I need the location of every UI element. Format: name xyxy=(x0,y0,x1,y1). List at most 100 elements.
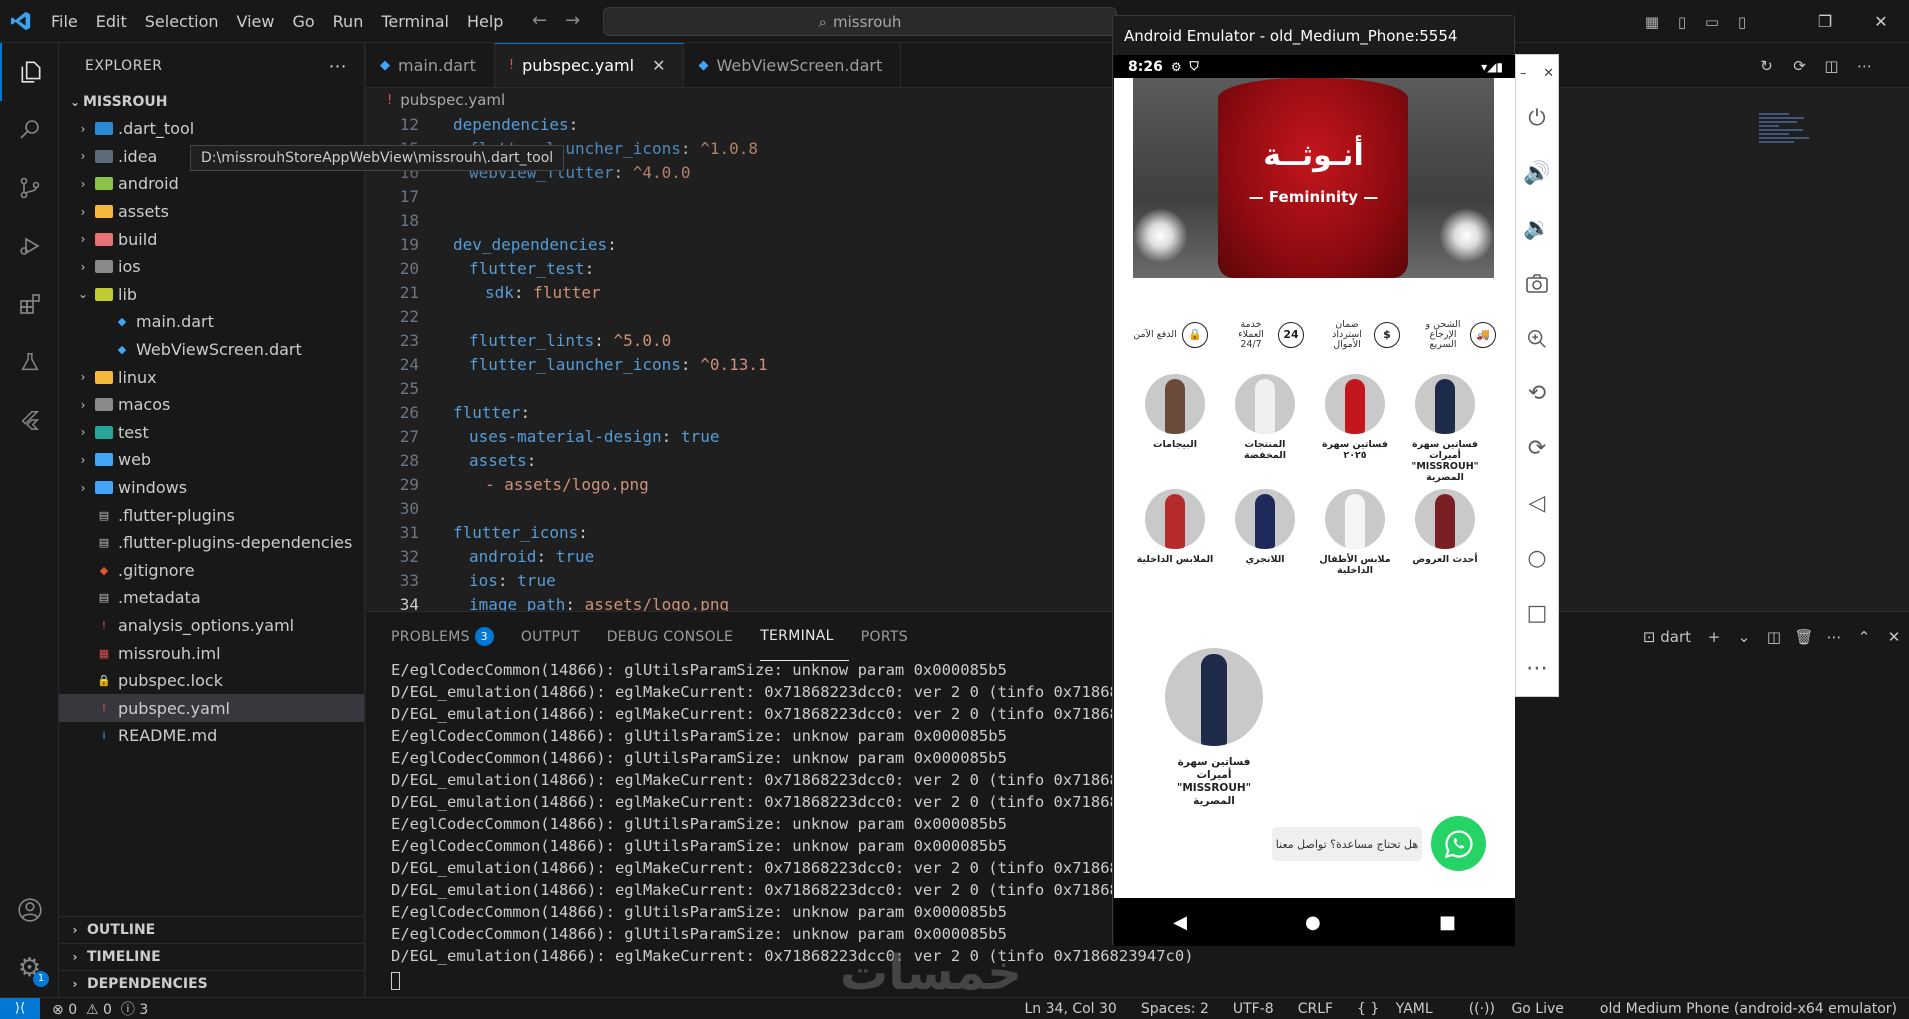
close-tab-icon[interactable]: ✕ xyxy=(652,56,665,75)
close-emulator-icon[interactable]: ✕ xyxy=(1543,66,1554,81)
indentation[interactable]: Spaces: 2 xyxy=(1129,1001,1221,1017)
file-item[interactable]: ▤ .flutter-plugins xyxy=(59,501,364,529)
maximize-panel-icon[interactable]: ⌃ xyxy=(1849,628,1879,646)
command-center-search[interactable]: ⌕ missrouh xyxy=(603,7,1117,36)
menu-help[interactable]: Help xyxy=(458,0,512,43)
zoom-icon[interactable] xyxy=(1516,311,1558,366)
whatsapp-button[interactable] xyxy=(1431,816,1486,871)
folder-item[interactable]: › ▰ macos xyxy=(59,391,364,419)
menu-edit[interactable]: Edit xyxy=(87,0,136,43)
more-panel-actions-icon[interactable]: ⋯ xyxy=(1819,628,1849,646)
remote-indicator-icon[interactable]: ⟩⟨ xyxy=(0,997,40,1019)
overview-square-icon[interactable]: □ xyxy=(1516,586,1558,641)
camera-icon[interactable] xyxy=(1516,256,1558,311)
menu-go[interactable]: Go xyxy=(283,0,323,43)
forward-arrow-icon[interactable]: → xyxy=(565,10,580,31)
file-item[interactable]: i README.md xyxy=(59,722,364,750)
volume-down-icon[interactable]: 🔉 xyxy=(1516,201,1558,256)
toggle-secondary-sidebar-icon[interactable]: ▯ xyxy=(1727,13,1757,31)
rotate-right-icon[interactable]: ⟳ xyxy=(1516,421,1558,476)
category-item[interactable]: فساتين سهرة ٢٠٢٥ xyxy=(1314,374,1396,461)
menu-view[interactable]: View xyxy=(228,0,284,43)
customize-layout-icon[interactable]: ▦ xyxy=(1637,13,1667,31)
settings-gear-icon[interactable]: ⚙ 1 xyxy=(0,939,59,997)
panel-tab[interactable]: OUTPUT xyxy=(521,612,595,661)
category-item[interactable]: اللانجري xyxy=(1224,489,1306,565)
panel-tab[interactable]: PROBLEMS 3 xyxy=(391,612,509,661)
problems-summary[interactable]: ⊗ 0 ⚠ 0 ⓘ 3 xyxy=(52,999,148,1019)
category-item[interactable]: فساتين سهرة أميرات "MISSROUH" المصرية xyxy=(1404,374,1486,483)
file-item[interactable]: ! analysis_options.yaml xyxy=(59,612,364,640)
panel-tab[interactable]: DEBUG CONSOLE xyxy=(607,612,749,661)
panel-tab[interactable]: TERMINAL xyxy=(760,612,849,661)
menu-selection[interactable]: Selection xyxy=(136,0,228,43)
new-terminal-icon[interactable]: + xyxy=(1699,628,1729,646)
cursor-position[interactable]: Ln 34, Col 30 xyxy=(1013,1001,1129,1017)
menu-file[interactable]: File xyxy=(42,0,87,43)
webview-screen[interactable]: أنـوثــة — Femininity — 🚚 الشحن و الإرجاع… xyxy=(1114,78,1515,898)
editor-tab[interactable]: ! pubspec.yaml ✕ xyxy=(494,43,685,87)
go-live-button[interactable]: ((·)) Go Live xyxy=(1457,1001,1588,1017)
menu-terminal[interactable]: Terminal xyxy=(372,0,458,43)
help-bubble[interactable]: هل تحتاج مساعدة؟ تواصل معنا xyxy=(1272,827,1422,861)
encoding[interactable]: UTF-8 xyxy=(1221,1001,1286,1017)
folder-item[interactable]: › ▰ assets xyxy=(59,198,364,226)
account-icon[interactable] xyxy=(0,881,59,939)
nav-back-icon[interactable]: ◀ xyxy=(1173,912,1187,933)
featured-category[interactable]: فساتين سهرة أميرات "MISSROUH" المصرية xyxy=(1159,648,1269,808)
kill-terminal-icon[interactable]: 🗑 xyxy=(1789,628,1819,646)
file-item[interactable]: 🔒 pubspec.lock xyxy=(59,667,364,695)
folder-item[interactable]: › ▰ windows xyxy=(59,474,364,502)
back-triangle-icon[interactable]: ◁ xyxy=(1516,476,1558,531)
category-item[interactable]: أحدث العروض xyxy=(1404,489,1486,565)
folder-item[interactable]: › ▰ ios xyxy=(59,253,364,281)
flutter-icon[interactable] xyxy=(0,391,59,449)
folder-item[interactable]: ⌄ ▰ lib xyxy=(59,281,364,309)
back-arrow-icon[interactable]: ← xyxy=(532,10,547,31)
toggle-primary-sidebar-icon[interactable]: ▯ xyxy=(1667,13,1697,31)
language-mode[interactable]: { } YAML xyxy=(1345,1001,1457,1017)
hero-banner[interactable]: أنـوثــة — Femininity — xyxy=(1133,78,1494,278)
toggle-panel-icon[interactable]: ▭ xyxy=(1697,13,1727,31)
category-item[interactable]: ملابس الأطفال الداخلية xyxy=(1314,489,1396,576)
folder-item[interactable]: › ▰ linux xyxy=(59,363,364,391)
more-emulator-options-icon[interactable]: ⋯ xyxy=(1516,641,1558,696)
chevron-down-icon[interactable]: ⌄ xyxy=(1729,628,1759,646)
folder-item[interactable]: › ▰ .dart_tool xyxy=(59,115,364,143)
terminal-selector[interactable]: ⊡ dart xyxy=(1635,628,1699,646)
file-item[interactable]: ◆ .gitignore xyxy=(59,557,364,585)
file-item[interactable]: ▦ missrouh.iml xyxy=(59,639,364,667)
extensions-icon[interactable] xyxy=(0,275,59,333)
volume-up-icon[interactable]: 🔊 xyxy=(1516,146,1558,201)
explorer-icon[interactable] xyxy=(0,43,59,101)
folder-item[interactable]: › ▰ android xyxy=(59,170,364,198)
section-outline[interactable]: › OUTLINE xyxy=(59,916,365,943)
file-item[interactable]: ◆ main.dart xyxy=(59,308,364,336)
close-window-icon[interactable]: ✕ xyxy=(1853,12,1909,31)
hot-reload-icon[interactable]: ↻ xyxy=(1750,57,1783,75)
rotate-left-icon[interactable]: ⟲ xyxy=(1516,366,1558,421)
folder-item[interactable]: › ▰ build xyxy=(59,225,364,253)
more-actions-icon[interactable]: ⋯ xyxy=(329,56,348,77)
folder-item[interactable]: › ▰ web xyxy=(59,446,364,474)
editor-tab[interactable]: ◆ WebViewScreen.dart xyxy=(684,43,902,87)
section-timeline[interactable]: › TIMELINE xyxy=(59,943,365,970)
line-endings[interactable]: CRLF xyxy=(1286,1001,1345,1017)
power-icon[interactable]: ⏻ xyxy=(1516,91,1558,146)
editor-tab[interactable]: ◆ main.dart xyxy=(366,43,495,87)
panel-tab[interactable]: PORTS xyxy=(861,612,923,661)
menu-run[interactable]: Run xyxy=(324,0,373,43)
file-item[interactable]: ▤ .metadata xyxy=(59,584,364,612)
restore-window-icon[interactable]: ❐ xyxy=(1797,12,1853,31)
run-debug-icon[interactable] xyxy=(0,217,59,275)
close-panel-icon[interactable]: ✕ xyxy=(1879,628,1909,646)
section-dependencies[interactable]: › DEPENDENCIES xyxy=(59,970,365,997)
minimap[interactable] xyxy=(1759,111,1814,171)
search-icon[interactable] xyxy=(0,101,59,159)
source-control-icon[interactable] xyxy=(0,159,59,217)
testing-flask-icon[interactable] xyxy=(0,333,59,391)
refresh-icon[interactable]: ⟳ xyxy=(1783,57,1816,75)
folder-item[interactable]: › ▰ test xyxy=(59,419,364,447)
more-editor-actions-icon[interactable]: ⋯ xyxy=(1848,57,1881,75)
file-item[interactable]: ! pubspec.yaml xyxy=(59,694,364,723)
